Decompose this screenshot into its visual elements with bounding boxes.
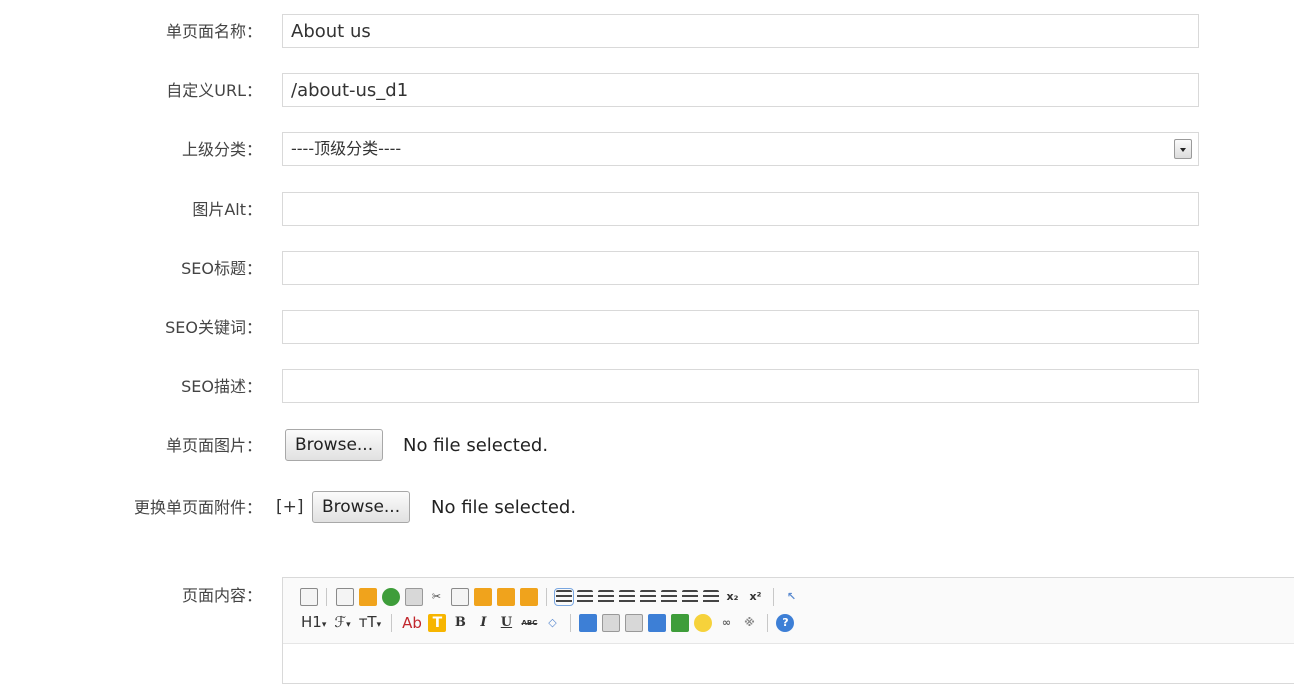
font-family-menu-label: ℱ [334,612,347,631]
attachment-file-status: No file selected. [431,497,577,518]
attachment-label: 更换单页面附件： [133,498,262,517]
unordered-list-icon[interactable] [660,590,677,604]
page-image-browse-button[interactable]: Browse... [285,429,384,461]
strikethrough-button[interactable]: ABC [520,614,538,632]
toolbar-separator [326,588,327,606]
page-name-input[interactable] [282,14,1199,48]
seo-description-label: SEO描述： [181,377,262,396]
toolbar-separator [569,614,571,632]
link-icon[interactable]: ∞ [717,614,735,632]
bold-button[interactable]: B [451,614,469,632]
indent-icon[interactable] [681,590,698,604]
editor-content-area[interactable] [283,644,1294,683]
parent-category-label: 上级分类： [181,140,262,159]
superscript-icon[interactable]: x² [747,588,765,606]
attachment-browse-button[interactable]: Browse... [312,491,411,523]
align-right-icon[interactable] [597,590,614,604]
toolbar-separator [546,588,547,606]
chevron-down-icon: ▾ [376,619,382,630]
redo-icon[interactable] [381,588,400,606]
chevron-down-icon: ▾ [321,619,327,630]
subscript-icon[interactable]: x₂ [724,588,742,606]
align-center-icon[interactable] [576,590,593,604]
media-icon[interactable] [625,614,644,632]
font-size-menu-label: тT [358,612,377,631]
source-code-icon[interactable] [299,588,318,606]
page-image-file-status: No file selected. [403,435,549,456]
heading-menu-label: H1 [301,612,322,631]
outdent-icon[interactable] [702,590,719,604]
emoticon-icon[interactable] [694,614,713,632]
paste-word-icon[interactable] [519,588,538,606]
chevron-down-icon[interactable] [1174,139,1192,159]
copy-icon[interactable] [450,588,469,606]
image-alt-label: 图片Alt： [192,200,262,219]
image-alt-input[interactable] [282,192,1199,226]
toolbar-separator [766,614,768,632]
toolbar-row-1: ✂ x₂ x² ↖ [297,586,803,608]
seo-title-input[interactable] [282,251,1199,285]
seo-title-label: SEO标题： [181,259,262,278]
page-image-label: 单页面图片： [165,436,262,455]
paste-icon[interactable] [473,588,492,606]
parent-category-selected-value: ----顶级分类---- [291,139,402,158]
ordered-list-icon[interactable] [639,590,656,604]
editor-toolbar: ✂ x₂ x² ↖ H1▾ ℱ▾ тT▾ Ab T B I U ABC ◇ ∞ … [283,578,1294,644]
rich-text-editor: ✂ x₂ x² ↖ H1▾ ℱ▾ тT▾ Ab T B I U ABC ◇ ∞ … [282,577,1294,684]
help-icon[interactable]: ? [776,614,795,632]
eraser-icon[interactable]: ◇ [543,614,561,632]
seo-keywords-label: SEO关键词： [165,318,262,337]
add-attachment-button[interactable]: [+] [276,497,304,517]
seo-description-input[interactable] [282,369,1199,403]
font-size-menu[interactable]: тT▾ [359,612,381,635]
paste-text-icon[interactable] [496,588,515,606]
undo-icon[interactable] [358,588,377,606]
cut-icon[interactable]: ✂ [428,588,446,606]
align-left-icon[interactable] [553,588,574,606]
custom-url-input[interactable] [282,73,1199,107]
toolbar-separator [391,614,393,632]
heading-menu[interactable]: H1▾ [301,612,326,635]
content-label: 页面内容： [181,586,262,605]
custom-url-label: 自定义URL： [166,81,262,100]
toolbar-separator [773,588,774,606]
font-family-menu[interactable]: ℱ▾ [334,612,350,635]
flash-icon[interactable] [602,614,621,632]
underline-button[interactable]: U [497,614,515,632]
cursor-select-icon[interactable]: ↖ [783,588,801,606]
unlink-icon[interactable]: ※ [740,614,758,632]
seo-keywords-input[interactable] [282,310,1199,344]
italic-button[interactable]: I [474,614,492,632]
chevron-down-icon: ▾ [346,619,351,630]
align-justify-icon[interactable] [618,590,635,604]
table-icon[interactable] [648,614,667,632]
image-icon[interactable] [579,614,598,632]
toolbar-row-2: H1▾ ℱ▾ тT▾ Ab T B I U ABC ◇ ∞ ※ ? [297,612,797,634]
horizontal-rule-icon[interactable] [671,614,690,632]
page-name-label: 单页面名称： [165,22,262,41]
print-icon[interactable] [404,588,423,606]
parent-category-select[interactable]: ----顶级分类---- [282,132,1199,166]
fullscreen-icon[interactable] [335,588,354,606]
font-color-button[interactable]: Ab [402,613,422,633]
background-color-button[interactable]: T [428,614,447,632]
